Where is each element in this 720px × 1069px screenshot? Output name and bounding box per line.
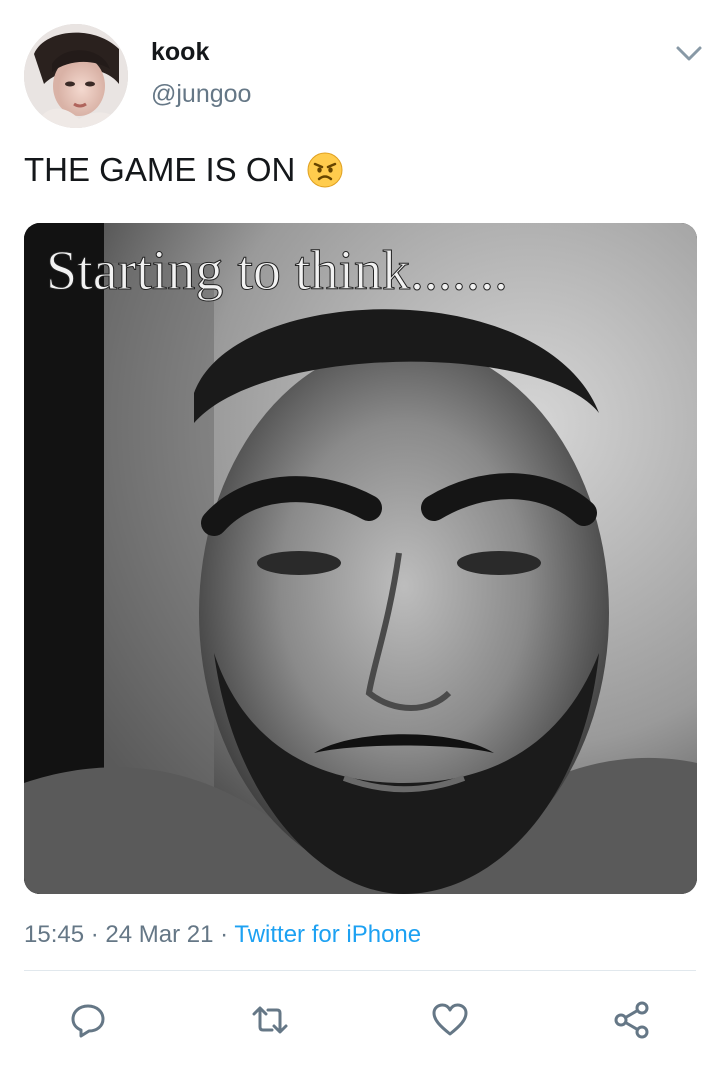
- tweet-media-image[interactable]: Starting to think.......: [24, 223, 697, 894]
- author-display-name[interactable]: kook: [151, 37, 209, 67]
- retweet-button[interactable]: [248, 998, 292, 1042]
- angry-face-emoji-icon: [307, 152, 343, 188]
- chevron-down-icon[interactable]: [672, 38, 706, 68]
- tweet-text-row: THE GAME IS ON: [24, 150, 343, 190]
- tweet-meta: 15:45 · 24 Mar 21 · Twitter for iPhone: [24, 920, 421, 950]
- retweet-icon: [252, 1006, 288, 1034]
- like-button[interactable]: [428, 998, 472, 1042]
- meta-separator: ·: [213, 921, 235, 948]
- divider: [24, 970, 696, 971]
- reply-icon: [71, 1004, 105, 1038]
- avatar-image: [24, 24, 128, 128]
- tweet-time[interactable]: 15:45: [24, 921, 84, 948]
- heart-icon: [432, 1003, 468, 1036]
- meta-separator: ·: [84, 921, 106, 948]
- author-handle[interactable]: @jungoo: [151, 79, 251, 109]
- share-button[interactable]: [610, 998, 654, 1042]
- share-icon: [614, 1001, 649, 1039]
- tweet-text: THE GAME IS ON: [24, 151, 296, 188]
- reply-button[interactable]: [66, 998, 110, 1042]
- tweet-source-link[interactable]: Twitter for iPhone: [234, 921, 421, 948]
- media-caption: Starting to think.......: [46, 240, 508, 302]
- tweet-date[interactable]: 24 Mar 21: [105, 921, 213, 948]
- author-avatar[interactable]: [24, 24, 128, 128]
- photo: Starting to think.......: [24, 223, 697, 894]
